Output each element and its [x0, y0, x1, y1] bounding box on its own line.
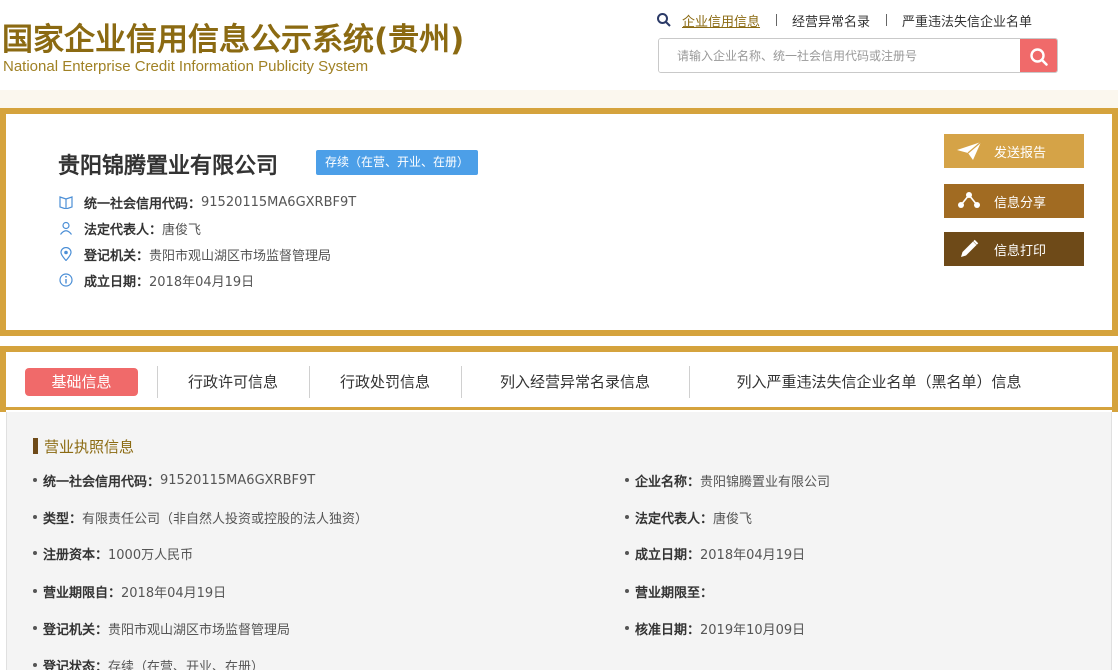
credit-code-value: 91520115MA6GXRBF9T [201, 194, 357, 210]
info-icon [58, 272, 74, 288]
search-button[interactable] [1020, 39, 1057, 72]
bullet-dot [625, 478, 629, 482]
search-input[interactable] [659, 39, 1020, 72]
field-value: 2019年10月09日 [700, 622, 806, 638]
authority-value: 贵阳市观山湖区市场监督管理局 [149, 248, 332, 264]
field-registered-capital: 注册资本： 1000万人民币 [33, 543, 193, 563]
top-nav: 企业信用信息 经营异常名录 严重违法失信企业名单 [656, 10, 1048, 30]
bullet-dot [625, 515, 629, 519]
site-header: 国家企业信用信息公示系统(贵州) National Enterprise Cre… [0, 0, 1118, 90]
founded-label: 成立日期： [84, 274, 150, 290]
field-approval-date: 核准日期： 2019年10月09日 [625, 618, 805, 638]
bullet-dot [625, 589, 629, 593]
bullet-dot [625, 551, 629, 555]
field-label: 注册资本： [43, 547, 109, 563]
field-founded-date: 成立日期： 2018年04月19日 [625, 543, 805, 563]
license-panel: 营业执照信息 统一社会信用代码： 91520115MA6GXRBF9T 企业名称… [6, 412, 1112, 670]
founded-value: 2018年04月19日 [149, 274, 255, 290]
bullet-dot [33, 515, 37, 519]
tab-separator [689, 366, 690, 398]
field-value: 91520115MA6GXRBF9T [160, 472, 316, 488]
tab-separator [309, 366, 310, 398]
legal-rep-row: 法定代表人： 唐俊飞 [58, 218, 201, 238]
field-label: 营业期限自： [43, 585, 122, 601]
search-bar [658, 38, 1058, 73]
field-label: 企业名称： [635, 474, 701, 490]
field-term-to: 营业期限至： [625, 581, 713, 601]
site-logo-en: National Enterprise Credit Information P… [3, 58, 369, 75]
bullet-dot [625, 626, 629, 630]
field-label: 核准日期： [635, 622, 701, 638]
field-value: 1000万人民币 [108, 547, 194, 563]
bullet-dot [33, 589, 37, 593]
field-value: 有限责任公司（非自然人投资或控股的法人独资） [82, 511, 369, 527]
bullet-dot [33, 626, 37, 630]
field-label: 类型： [43, 511, 83, 527]
bullet-dot [33, 663, 37, 667]
print-info-button[interactable]: 信息打印 [944, 232, 1084, 266]
tab-abnormal-list[interactable]: 列入经营异常名录信息 [474, 368, 676, 396]
founded-row: 成立日期： 2018年04月19日 [58, 270, 254, 290]
credit-code-label: 统一社会信用代码： [84, 196, 202, 212]
authority-label: 登记机关： [84, 248, 150, 264]
nav-link-enterprise-credit[interactable]: 企业信用信息 [682, 11, 776, 30]
share-nodes-icon [944, 191, 994, 211]
tab-admin-penalty[interactable]: 行政处罚信息 [322, 368, 448, 396]
tab-separator [461, 366, 462, 398]
field-company-name: 企业名称： 贵阳锦腾置业有限公司 [625, 470, 830, 490]
paper-plane-icon [944, 141, 994, 161]
field-value: 唐俊飞 [713, 511, 753, 527]
bullet-dot [33, 551, 37, 555]
header-band [0, 90, 1118, 108]
search-button-icon [1029, 47, 1048, 66]
field-value: 2018年04月19日 [121, 585, 227, 601]
send-report-button[interactable]: 发送报告 [944, 134, 1084, 168]
field-label: 登记状态： [43, 659, 109, 670]
field-type: 类型： 有限责任公司（非自然人投资或控股的法人独资） [33, 507, 368, 527]
tab-admin-license[interactable]: 行政许可信息 [170, 368, 296, 396]
field-value: 贵阳锦腾置业有限公司 [700, 474, 831, 490]
book-icon [58, 194, 74, 210]
tab-blacklist[interactable]: 列入严重违法失信企业名单（黑名单）信息 [702, 368, 1056, 396]
nav-link-abnormal-list[interactable]: 经营异常名录 [776, 11, 886, 30]
tab-basic-info[interactable]: 基础信息 [25, 368, 138, 396]
field-label: 法定代表人： [635, 511, 714, 527]
license-section-title: 营业执照信息 [33, 436, 134, 456]
field-value: 存续（在营、开业、在册） [108, 659, 265, 670]
company-name: 贵阳锦腾置业有限公司 [58, 154, 279, 179]
user-icon [58, 220, 74, 236]
field-term-from: 营业期限自： 2018年04月19日 [33, 581, 226, 601]
search-icon [656, 12, 672, 28]
field-legal-rep: 法定代表人： 唐俊飞 [625, 507, 752, 527]
field-value: 贵阳市观山湖区市场监督管理局 [108, 622, 291, 638]
field-registration-status: 登记状态： 存续（在营、开业、在册） [33, 655, 264, 670]
status-badge: 存续（在营、开业、在册） [316, 150, 479, 175]
nav-link-blacklist[interactable]: 严重违法失信企业名单 [886, 11, 1048, 30]
field-label: 登记机关： [43, 622, 109, 638]
field-label: 成立日期： [635, 547, 701, 563]
field-label: 统一社会信用代码： [43, 474, 161, 490]
authority-row: 登记机关： 贵阳市观山湖区市场监督管理局 [58, 244, 331, 264]
print-info-label: 信息打印 [994, 243, 1047, 259]
legal-rep-value: 唐俊飞 [162, 222, 202, 238]
license-title-text: 营业执照信息 [44, 437, 135, 456]
field-label: 营业期限至： [635, 585, 714, 601]
company-card: 贵阳锦腾置业有限公司 存续（在营、开业、在册） 统一社会信用代码： 915201… [0, 108, 1118, 336]
legal-rep-label: 法定代表人： [84, 222, 163, 238]
share-info-button[interactable]: 信息分享 [944, 184, 1084, 218]
send-report-label: 发送报告 [994, 145, 1047, 161]
bullet-dot [33, 478, 37, 482]
field-value: 2018年04月19日 [700, 547, 806, 563]
pencil-icon [944, 238, 994, 260]
site-logo-cn[interactable]: 国家企业信用信息公示系统(贵州) [2, 14, 464, 59]
section-title-bar [33, 438, 38, 454]
location-pin-icon [58, 246, 74, 262]
license-panel-inner: 营业执照信息 统一社会信用代码： 91520115MA6GXRBF9T 企业名称… [7, 412, 1111, 670]
share-info-label: 信息分享 [994, 195, 1047, 211]
field-registration-authority: 登记机关： 贵阳市观山湖区市场监督管理局 [33, 618, 290, 638]
tab-separator [157, 366, 158, 398]
credit-code-row: 统一社会信用代码： 91520115MA6GXRBF9T [58, 192, 356, 212]
field-credit-code: 统一社会信用代码： 91520115MA6GXRBF9T [33, 470, 315, 490]
